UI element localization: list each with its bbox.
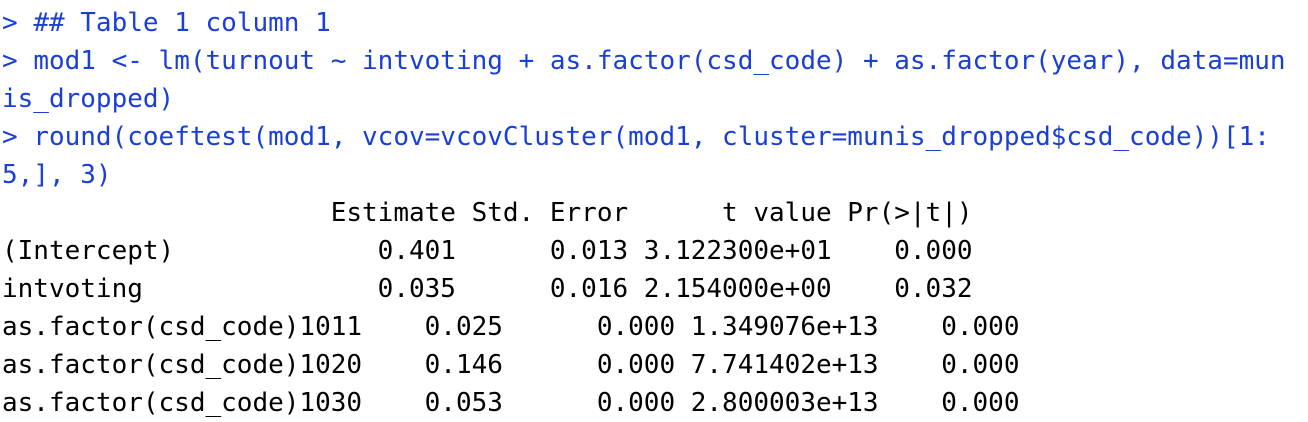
console-command-line: > mod1 <- lm(turnout ~ intvoting + as.fa… xyxy=(2,42,1308,80)
command-text: 5,], 3) xyxy=(2,160,112,190)
console-prompt: > xyxy=(2,46,34,76)
command-text: is_dropped) xyxy=(2,84,175,114)
output-table-header: Estimate Std. Error t value Pr(>|t|) xyxy=(2,198,973,228)
console-prompt: > xyxy=(2,122,34,152)
r-console[interactable]: > ## Table 1 column 1 > mod1 <- lm(turno… xyxy=(0,0,1308,422)
output-table-row: as.factor(csd_code)1030 0.053 0.000 2.80… xyxy=(2,388,1020,418)
console-command-continuation: 5,], 3) xyxy=(2,156,1308,194)
output-table-row: (Intercept) 0.401 0.013 3.122300e+01 0.0… xyxy=(2,236,973,266)
console-command-line: > ## Table 1 column 1 xyxy=(2,4,1308,42)
output-table-row: intvoting 0.035 0.016 2.154000e+00 0.032 xyxy=(2,274,973,304)
command-text: ## Table 1 column 1 xyxy=(33,8,331,38)
console-prompt: > xyxy=(2,8,34,38)
command-text: mod1 <- lm(turnout ~ intvoting + as.fact… xyxy=(33,46,1286,76)
output-table-row: as.factor(csd_code)1020 0.146 0.000 7.74… xyxy=(2,350,1020,380)
output-table-row: as.factor(csd_code)1011 0.025 0.000 1.34… xyxy=(2,312,1020,342)
command-text: round(coeftest(mod1, vcov=vcovCluster(mo… xyxy=(33,122,1270,152)
console-command-continuation: is_dropped) xyxy=(2,80,1308,118)
console-command-line: > round(coeftest(mod1, vcov=vcovCluster(… xyxy=(2,118,1308,156)
